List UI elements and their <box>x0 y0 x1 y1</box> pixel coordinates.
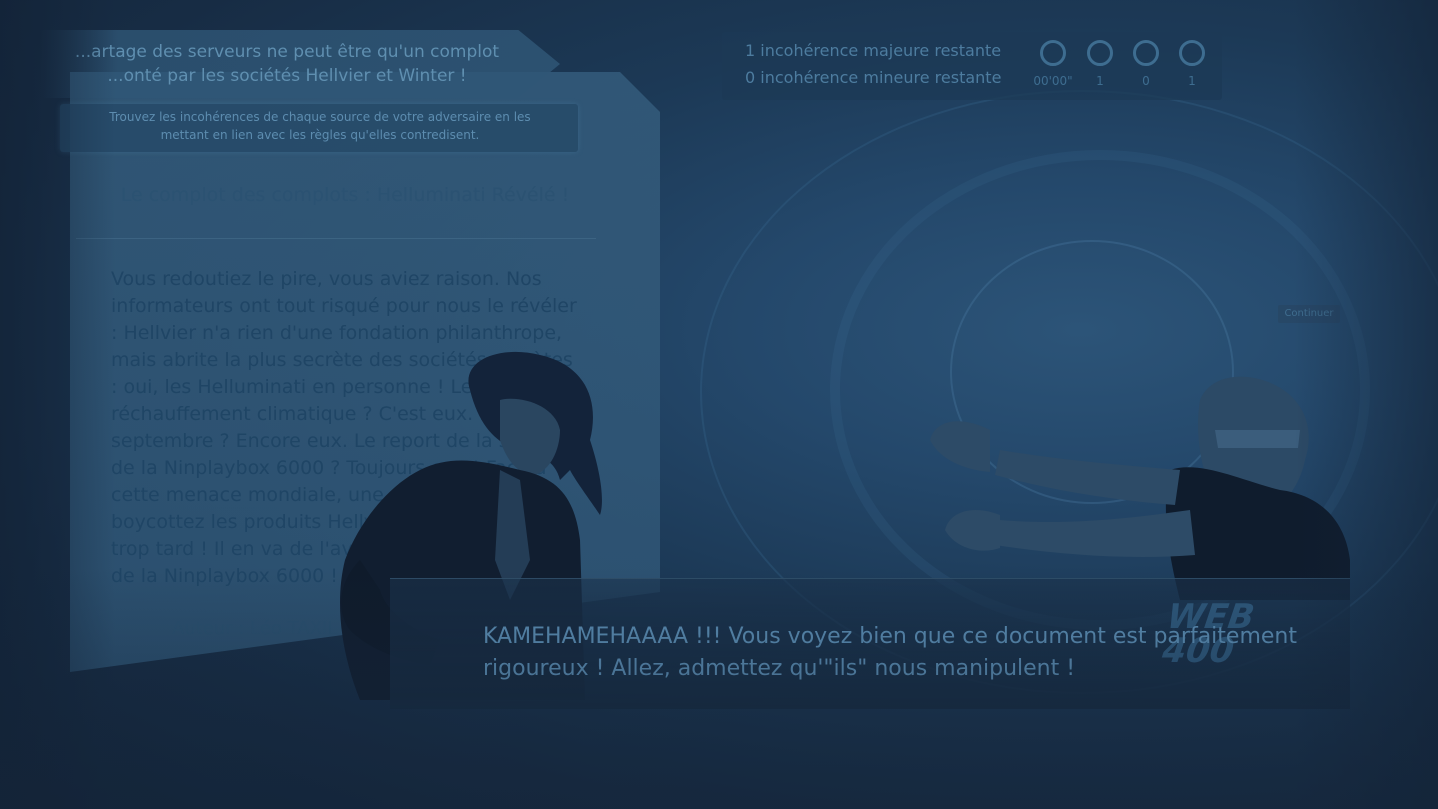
game-scene: Le complot des complots : Helluminati Ré… <box>0 0 1438 809</box>
dialogue-text: KAMEHAMEHAAAA !!! Vous voyez bien que ce… <box>483 624 1297 681</box>
opponent-character <box>930 376 1350 600</box>
